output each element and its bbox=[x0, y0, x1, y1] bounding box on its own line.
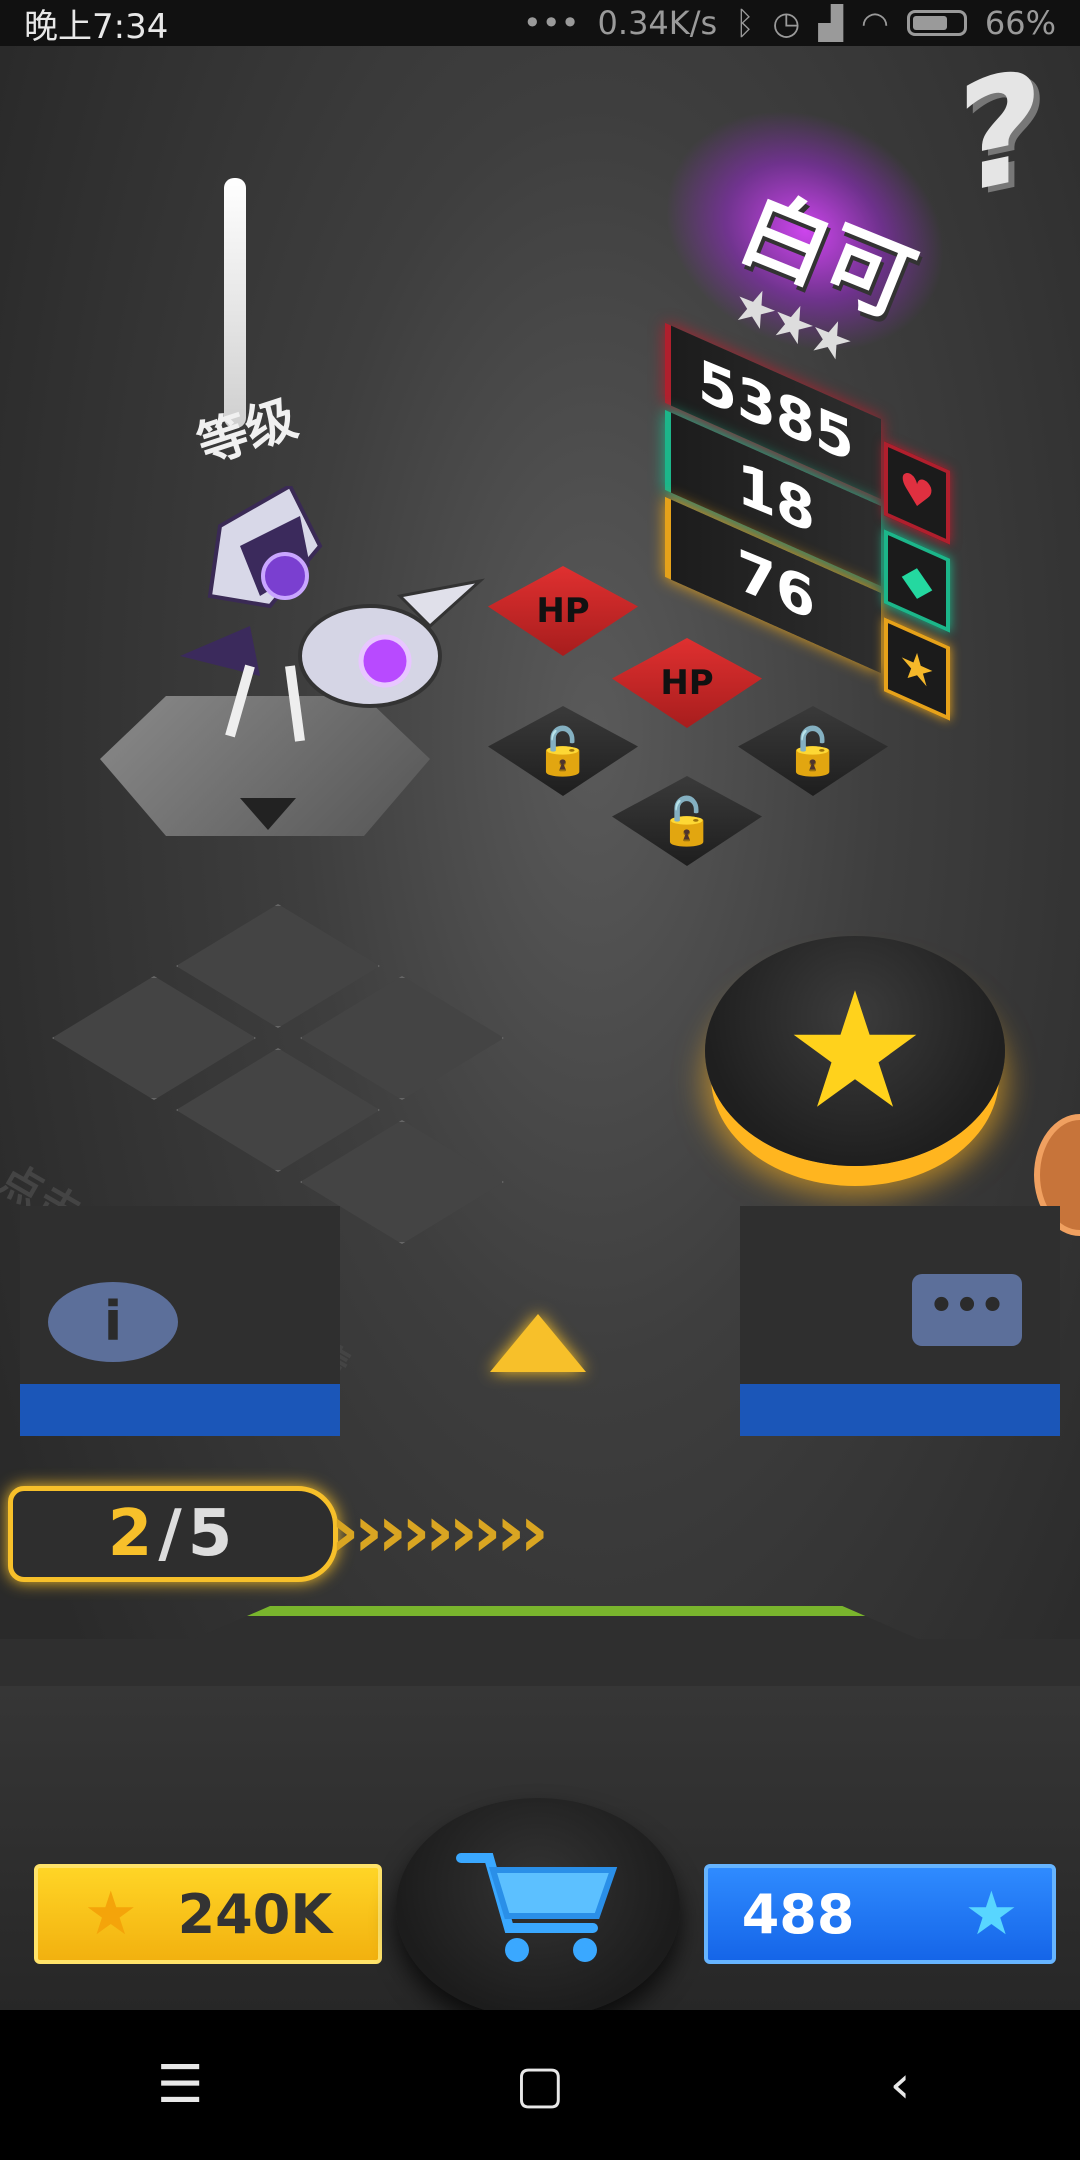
chip-hp-label: HP bbox=[536, 591, 590, 631]
battery-level: 66% bbox=[984, 4, 1056, 42]
chip-hp-label: HP bbox=[660, 663, 714, 703]
coin-counter[interactable]: ★ 240K bbox=[34, 1864, 382, 1964]
chip-hp-1[interactable]: HP bbox=[488, 566, 638, 656]
coin-amount: 240K bbox=[177, 1882, 333, 1946]
wifi-icon: ◠ bbox=[860, 4, 889, 42]
progress-current: 2 bbox=[107, 1497, 159, 1571]
status-bar: 晚上7:34 ••• 0.34K/s ᛒ ◷ ▟ ◠ 66% bbox=[0, 0, 1080, 47]
coin-star-icon: ★ bbox=[83, 1879, 138, 1949]
level-label: 等级 bbox=[190, 388, 304, 475]
battery-icon bbox=[906, 10, 967, 36]
hero-creature[interactable] bbox=[150, 486, 510, 786]
chevron-strip: ››››››››› bbox=[330, 1496, 549, 1566]
chip-locked-2[interactable]: 🔓 bbox=[738, 706, 888, 796]
platform-arrow-icon bbox=[240, 798, 296, 830]
chip-locked-1[interactable]: 🔓 bbox=[488, 706, 638, 796]
progress-total: 5 bbox=[187, 1497, 239, 1571]
arrow-up-icon[interactable] bbox=[490, 1314, 586, 1372]
dots-icon: ••• bbox=[522, 4, 580, 42]
shop-cart-button[interactable] bbox=[396, 1798, 680, 2010]
menu-icon[interactable]: ☰ bbox=[130, 2045, 230, 2125]
info-icon[interactable]: i bbox=[48, 1282, 178, 1362]
upgrade-star-button[interactable]: ★ bbox=[705, 936, 1005, 1166]
signal-icon: ▟ bbox=[818, 4, 843, 42]
progress-separator: / bbox=[158, 1497, 188, 1571]
progress-counter: 2 / 5 bbox=[8, 1486, 338, 1582]
cart-icon bbox=[456, 1853, 618, 1962]
heart-icon: ♥ bbox=[884, 441, 950, 545]
bluetooth-icon: ᛒ bbox=[735, 4, 755, 42]
lock-icon: 🔓 bbox=[658, 793, 716, 848]
gem-star-icon: ★ bbox=[964, 1879, 1019, 1949]
alarm-icon: ◷ bbox=[772, 4, 801, 42]
back-icon[interactable]: ‹ bbox=[850, 2045, 950, 2125]
chip-hp-2[interactable]: HP bbox=[612, 638, 762, 728]
home-icon[interactable]: ▢ bbox=[490, 2045, 590, 2125]
gem-counter[interactable]: 488 ★ bbox=[704, 1864, 1056, 1964]
shield-icon: ◆ bbox=[884, 529, 950, 633]
system-nav-bar: ☰ ▢ ‹ bbox=[0, 2010, 1080, 2160]
status-time: 晚上7:34 bbox=[24, 6, 169, 47]
gem-amount: 488 bbox=[741, 1882, 855, 1946]
lock-icon: 🔓 bbox=[784, 723, 842, 778]
network-speed: 0.34K/s bbox=[597, 4, 718, 42]
chip-locked-3[interactable]: 🔓 bbox=[612, 776, 762, 866]
game-scene: ? 等级 白可 ★★★ 5385 18 76 ♥ ◆ ★ HP HP 🔓 🔓 🔓… bbox=[0, 46, 1080, 2010]
chat-icon[interactable]: ••• bbox=[912, 1274, 1022, 1346]
star-icon: ★ bbox=[884, 617, 950, 721]
status-indicators: ••• 0.34K/s ᛒ ◷ ▟ ◠ 66% bbox=[523, 4, 1056, 42]
lock-icon: 🔓 bbox=[534, 723, 592, 778]
